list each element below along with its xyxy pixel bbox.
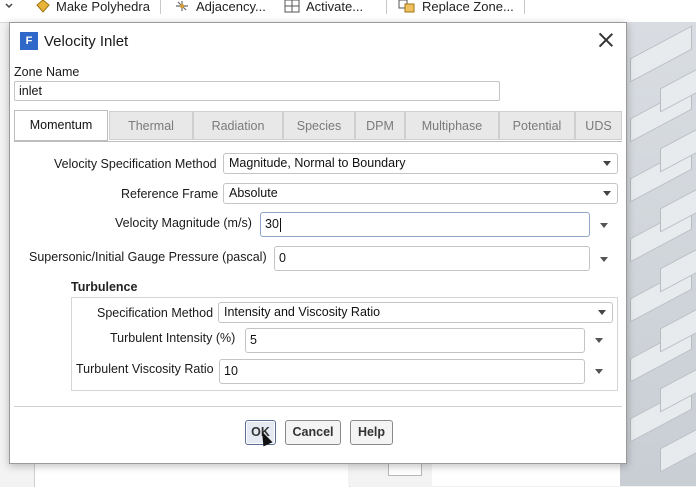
close-icon[interactable] [596, 30, 616, 50]
turbulent-intensity-label: Turbulent Intensity (%) [110, 331, 236, 345]
velocity-magnitude-input[interactable]: 30 [260, 212, 590, 237]
chevron-down-icon [598, 310, 606, 315]
dialog-title: Velocity Inlet [44, 33, 129, 50]
toolbar-divider [524, 0, 525, 14]
cancel-button[interactable]: Cancel [285, 420, 341, 445]
make-polyhedra-button[interactable]: Make Polyhedra [36, 0, 150, 16]
gauge-pressure-input[interactable]: 0 [274, 246, 590, 271]
adjacency-label: Adjacency... [196, 0, 266, 14]
reference-frame-value: Absolute [229, 186, 278, 200]
tab-bar: Momentum Thermal Radiation Species DPM M… [14, 110, 622, 141]
gauge-pressure-options-icon[interactable] [600, 257, 608, 262]
help-button[interactable]: Help [350, 420, 393, 445]
polyhedra-icon [36, 0, 50, 13]
ribbon-toolbar: Make Polyhedra Adjacency... Activate... … [0, 0, 696, 23]
tab-species[interactable]: Species [283, 111, 355, 140]
velocity-spec-label: Velocity Specification Method [54, 157, 217, 171]
velocity-magnitude-value: 30 [265, 217, 279, 231]
tab-thermal[interactable]: Thermal [109, 111, 193, 140]
tab-multiphase[interactable]: Multiphase [405, 111, 499, 140]
turbulence-spec-method-label: Specification Method [97, 306, 214, 320]
turbulence-group-title: Turbulence [71, 280, 138, 294]
velocity-spec-value: Magnitude, Normal to Boundary [229, 156, 406, 170]
turbulent-intensity-options-icon[interactable] [595, 338, 603, 343]
fluent-app-icon: F [20, 32, 38, 50]
zone-name-label: Zone Name [14, 65, 80, 79]
velocity-magnitude-label: Velocity Magnitude (m/s) [115, 216, 252, 230]
replace-zone-button[interactable]: Replace Zone... [398, 0, 514, 16]
gauge-pressure-value: 0 [279, 251, 286, 265]
chevron-down-icon [603, 161, 611, 166]
gauge-pressure-label: Supersonic/Initial Gauge Pressure (pasca… [29, 250, 267, 264]
chevron-down-icon [603, 191, 611, 196]
tab-uds[interactable]: UDS [575, 111, 622, 140]
grid-icon [284, 0, 300, 13]
velocity-inlet-dialog: F Velocity Inlet Zone Name inlet Momentu… [9, 22, 627, 464]
toolbar-divider [160, 0, 161, 14]
background-panel [34, 462, 350, 487]
zone-name-input[interactable]: inlet [14, 81, 500, 101]
replace-zone-icon [398, 0, 415, 13]
turbulent-viscosity-ratio-input[interactable]: 10 [219, 359, 585, 384]
replace-zone-label: Replace Zone... [422, 0, 514, 14]
turbulence-spec-method-value: Intensity and Viscosity Ratio [224, 305, 381, 319]
turbulent-intensity-input[interactable]: 5 [245, 328, 585, 353]
velocity-spec-select[interactable]: Magnitude, Normal to Boundary [223, 153, 618, 174]
dialog-titlebar[interactable]: F Velocity Inlet [10, 23, 626, 59]
tab-momentum[interactable]: Momentum [14, 110, 108, 141]
background-panel [432, 462, 620, 486]
velocity-magnitude-options-icon[interactable] [600, 223, 608, 228]
reference-frame-select[interactable]: Absolute [223, 183, 618, 204]
adjacency-button[interactable]: Adjacency... [174, 0, 266, 16]
adjacency-icon [176, 1, 188, 11]
ribbon-chevron-icon[interactable] [4, 0, 14, 16]
graphics-viewport[interactable] [620, 22, 696, 486]
activate-button[interactable]: Activate... [284, 0, 363, 16]
text-caret [279, 217, 281, 232]
turbulent-intensity-value: 5 [250, 333, 257, 347]
turbulent-viscosity-ratio-value: 10 [224, 364, 238, 378]
dialog-footer-divider [14, 406, 622, 407]
turbulent-viscosity-ratio-options-icon[interactable] [595, 369, 603, 374]
tab-dpm[interactable]: DPM [355, 111, 405, 140]
make-polyhedra-label: Make Polyhedra [56, 0, 150, 14]
activate-label: Activate... [306, 0, 364, 14]
tab-radiation[interactable]: Radiation [193, 111, 283, 140]
tab-potential[interactable]: Potential [499, 111, 575, 140]
reference-frame-label: Reference Frame [121, 187, 219, 201]
toolbar-divider [386, 0, 387, 14]
turbulent-viscosity-ratio-label: Turbulent Viscosity Ratio [76, 362, 214, 376]
turbulence-spec-method-select[interactable]: Intensity and Viscosity Ratio [218, 302, 613, 323]
